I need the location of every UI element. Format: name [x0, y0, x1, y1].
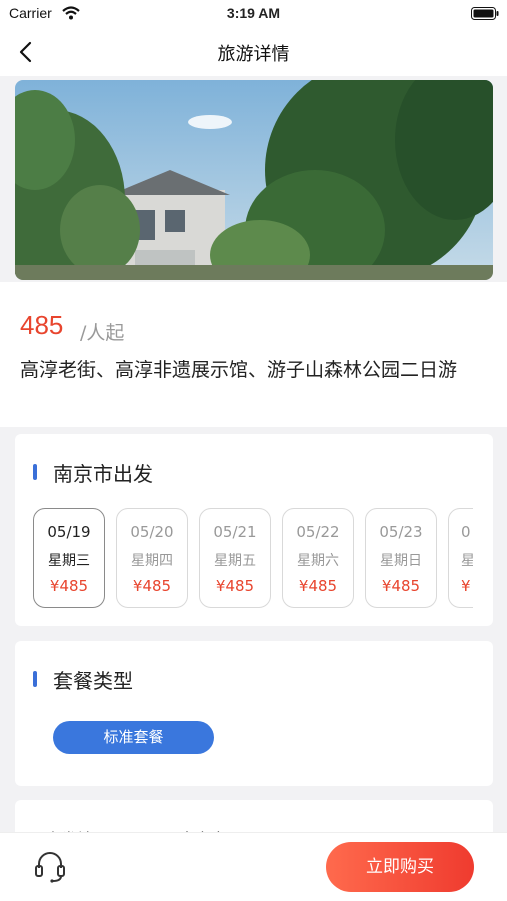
date-chip-weekday: 星 [461, 553, 473, 569]
date-chip-date: 05/22 [296, 523, 340, 541]
battery-icon [471, 7, 499, 20]
section-marker [33, 464, 37, 480]
clock: 3:19 AM [226, 5, 281, 21]
hero-image [15, 80, 493, 280]
date-chip[interactable]: 05/19 星期三 ¥485 [33, 508, 105, 608]
date-chip-price: ¥485 [49, 577, 89, 595]
page-title: 旅游详情 [217, 44, 290, 65]
price: 485 [20, 310, 64, 340]
price-unit: /人起 [80, 322, 125, 344]
date-chip-price: ¥485 [215, 577, 255, 595]
date-list[interactable]: 05/19 星期三 ¥485 05/20 星期四 ¥485 05/21 星期五 … [33, 508, 473, 608]
nav-bar: 旅游详情 [0, 28, 507, 76]
date-chip[interactable]: 05/23 星期日 ¥485 [365, 508, 437, 608]
date-chip-price: ¥485 [132, 577, 172, 595]
date-chip-weekday: 星期日 [380, 553, 422, 569]
date-chip-date: 05/21 [213, 523, 257, 541]
departure-heading-label: 南京市出发 [53, 462, 153, 486]
package-heading-label: 套餐类型 [53, 669, 133, 693]
headset-icon[interactable] [32, 849, 68, 885]
date-chip-date: 05/20 [130, 523, 174, 541]
trip-title: 高淳老街、高淳非遗展示馆、游子山森林公园二日游 [20, 359, 458, 381]
date-chip[interactable]: 05/22 星期六 ¥485 [282, 508, 354, 608]
date-chip-date: 05/19 [47, 523, 91, 541]
buy-now-button[interactable]: 立即购买 [326, 842, 474, 892]
date-chip[interactable]: 05/21 星期五 ¥485 [199, 508, 271, 608]
date-chip[interactable]: 05/20 星期四 ¥485 [116, 508, 188, 608]
product-info-card: 485 /人起 高淳老街、高淳非遗展示馆、游子山森林公园二日游 [0, 282, 507, 427]
date-chip-weekday: 星期六 [297, 553, 339, 569]
date-chip[interactable]: 0 星 ¥ [448, 508, 473, 608]
date-chip-price: ¥485 [298, 577, 338, 595]
date-chip-date: 0 [461, 523, 471, 541]
package-option-button[interactable]: 标准套餐 [53, 721, 214, 754]
package-card: 套餐类型 标准套餐 [15, 641, 493, 786]
hero-photo [15, 80, 493, 280]
section-marker [33, 671, 37, 687]
date-chip-price: ¥485 [381, 577, 421, 595]
date-chip-date: 05/23 [379, 523, 423, 541]
date-chip-price: ¥ [461, 577, 471, 595]
date-chip-weekday: 星期四 [131, 553, 173, 569]
date-chip-weekday: 星期五 [214, 553, 256, 569]
date-chip-weekday: 星期三 [48, 553, 90, 569]
bottom-action-bar: 立即购买 [0, 832, 507, 901]
status-bar: Carrier 3:19 AM [0, 0, 507, 28]
departure-card: 南京市出发 05/19 星期三 ¥485 05/20 星期四 ¥485 05/2… [15, 434, 493, 626]
